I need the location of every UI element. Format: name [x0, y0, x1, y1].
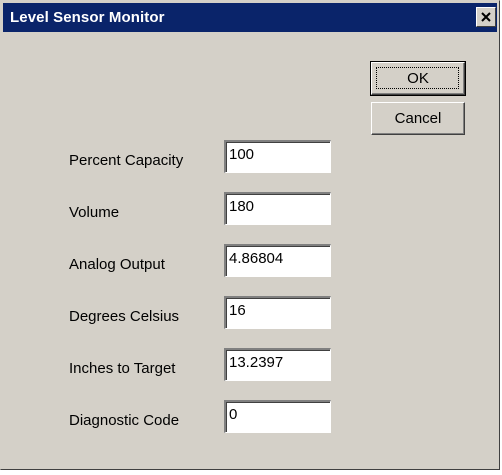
label-degrees-celsius: Degrees Celsius — [69, 308, 180, 325]
ok-button[interactable]: OK — [370, 61, 466, 96]
title-bar[interactable]: Level Sensor Monitor — [3, 3, 497, 32]
close-icon — [481, 12, 491, 22]
field-degrees-celsius[interactable]: 16 — [224, 296, 331, 329]
label-inches-to-target: Inches to Target — [69, 360, 176, 377]
field-volume[interactable]: 180 — [224, 192, 331, 225]
window-title: Level Sensor Monitor — [10, 9, 165, 26]
field-diagnostic-code[interactable]: 0 — [224, 400, 331, 433]
dialog-window: Level Sensor Monitor OK Cancel Percent C… — [0, 0, 500, 470]
field-percent-capacity[interactable]: 100 — [224, 140, 331, 173]
cancel-button-label: Cancel — [394, 110, 442, 127]
close-button[interactable] — [476, 7, 496, 27]
field-analog-output[interactable]: 4.86804 — [224, 244, 331, 277]
field-inches-to-target[interactable]: 13.2397 — [224, 348, 331, 381]
ok-button-label: OK — [407, 70, 429, 87]
label-percent-capacity: Percent Capacity — [69, 152, 184, 169]
label-volume: Volume — [69, 204, 120, 221]
cancel-button[interactable]: Cancel — [371, 102, 465, 135]
label-diagnostic-code: Diagnostic Code — [69, 412, 180, 429]
label-analog-output: Analog Output — [69, 256, 165, 273]
